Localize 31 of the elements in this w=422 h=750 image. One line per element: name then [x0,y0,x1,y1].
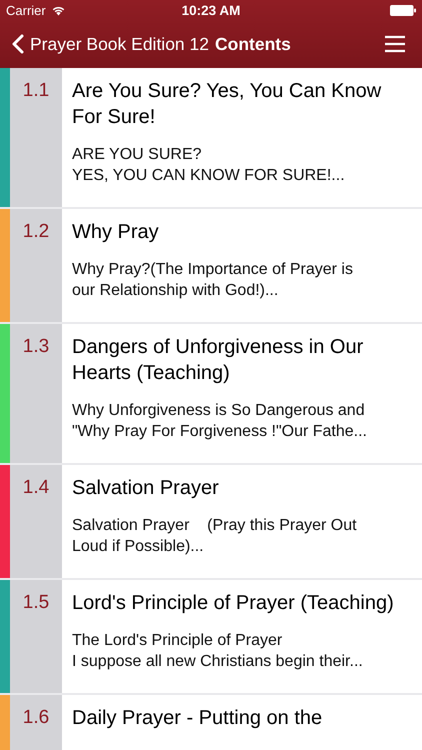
chapter-preview: Why Unforgiveness is So Dangerous and "Why Pray For Forgiveness !"Our Fathe... [72,401,368,442]
chapter-row[interactable]: 1.1 Are You Sure? Yes, You Can Know For Sure! ARE YOU SURE? YES, YOU CAN KNOW FOR SURE!... [0,68,422,207]
chapter-title: Why Pray [72,220,160,245]
menu-icon[interactable] [384,35,406,53]
page-title: Contents [215,34,291,54]
chapter-title: Salvation Prayer [72,476,220,501]
chapter-number: 1.4 [22,477,50,499]
back-chevron-icon [12,34,24,54]
chapter-preview: The Lord's Principle of Prayer I suppose all new Christians begin their... [72,631,364,672]
wifi-icon [50,4,66,16]
chapter-preview: ARE YOU SURE? YES, YOU CAN KNOW FOR SURE!... [72,145,346,186]
chapter-number: 1.5 [22,592,50,614]
chapter-title: Dangers of Unforgiveness in Our Hearts (Teaching) [72,335,364,386]
chapter-row[interactable]: 1.3 Dangers of Unforgiveness in Our Hearts (Teaching) Why Unforgiveness is So Dangerous and "Why Pray For Forgiveness !"Our Fathe... [0,324,422,463]
back-button[interactable]: Prayer Book Edition 12 [12,34,209,54]
clock-time: 10:23 AM [182,2,240,18]
chapter-row[interactable]: 1.4 Salvation Prayer Salvation Prayer (Pray this Prayer Out Loud if Possible)... [0,465,422,578]
battery-icon [390,4,416,16]
chapter-row[interactable]: 1.5 Lord's Principle of Prayer (Teaching) The Lord's Principle of Prayer I suppose all new Christians begin their... [0,580,422,693]
chapter-preview: Why Pray?(The Importance of Prayer is our Relationship with God!)... [72,260,354,301]
chapter-row[interactable]: 1.2 Why Pray Why Pray?(The Importance of Prayer is our Relationship with God!)... [0,209,422,322]
chapter-title: Are You Sure? Yes, You Can Know For Sure! [72,79,382,130]
chapter-number: 1.3 [22,336,50,358]
carrier-label: Carrier [6,2,46,18]
chapter-title: Lord's Principle of Prayer (Teaching) [72,591,395,616]
chapter-number: 1.2 [22,221,50,243]
chapter-title: Daily Prayer - Putting on the [72,706,324,731]
chapter-preview: Salvation Prayer (Pray this Prayer Out Loud if Possible)... [72,516,358,557]
chapter-number: 1.6 [22,707,50,729]
chapter-row[interactable]: 1.6 Daily Prayer - Putting on the [0,695,422,750]
chapter-number: 1.1 [22,80,50,102]
